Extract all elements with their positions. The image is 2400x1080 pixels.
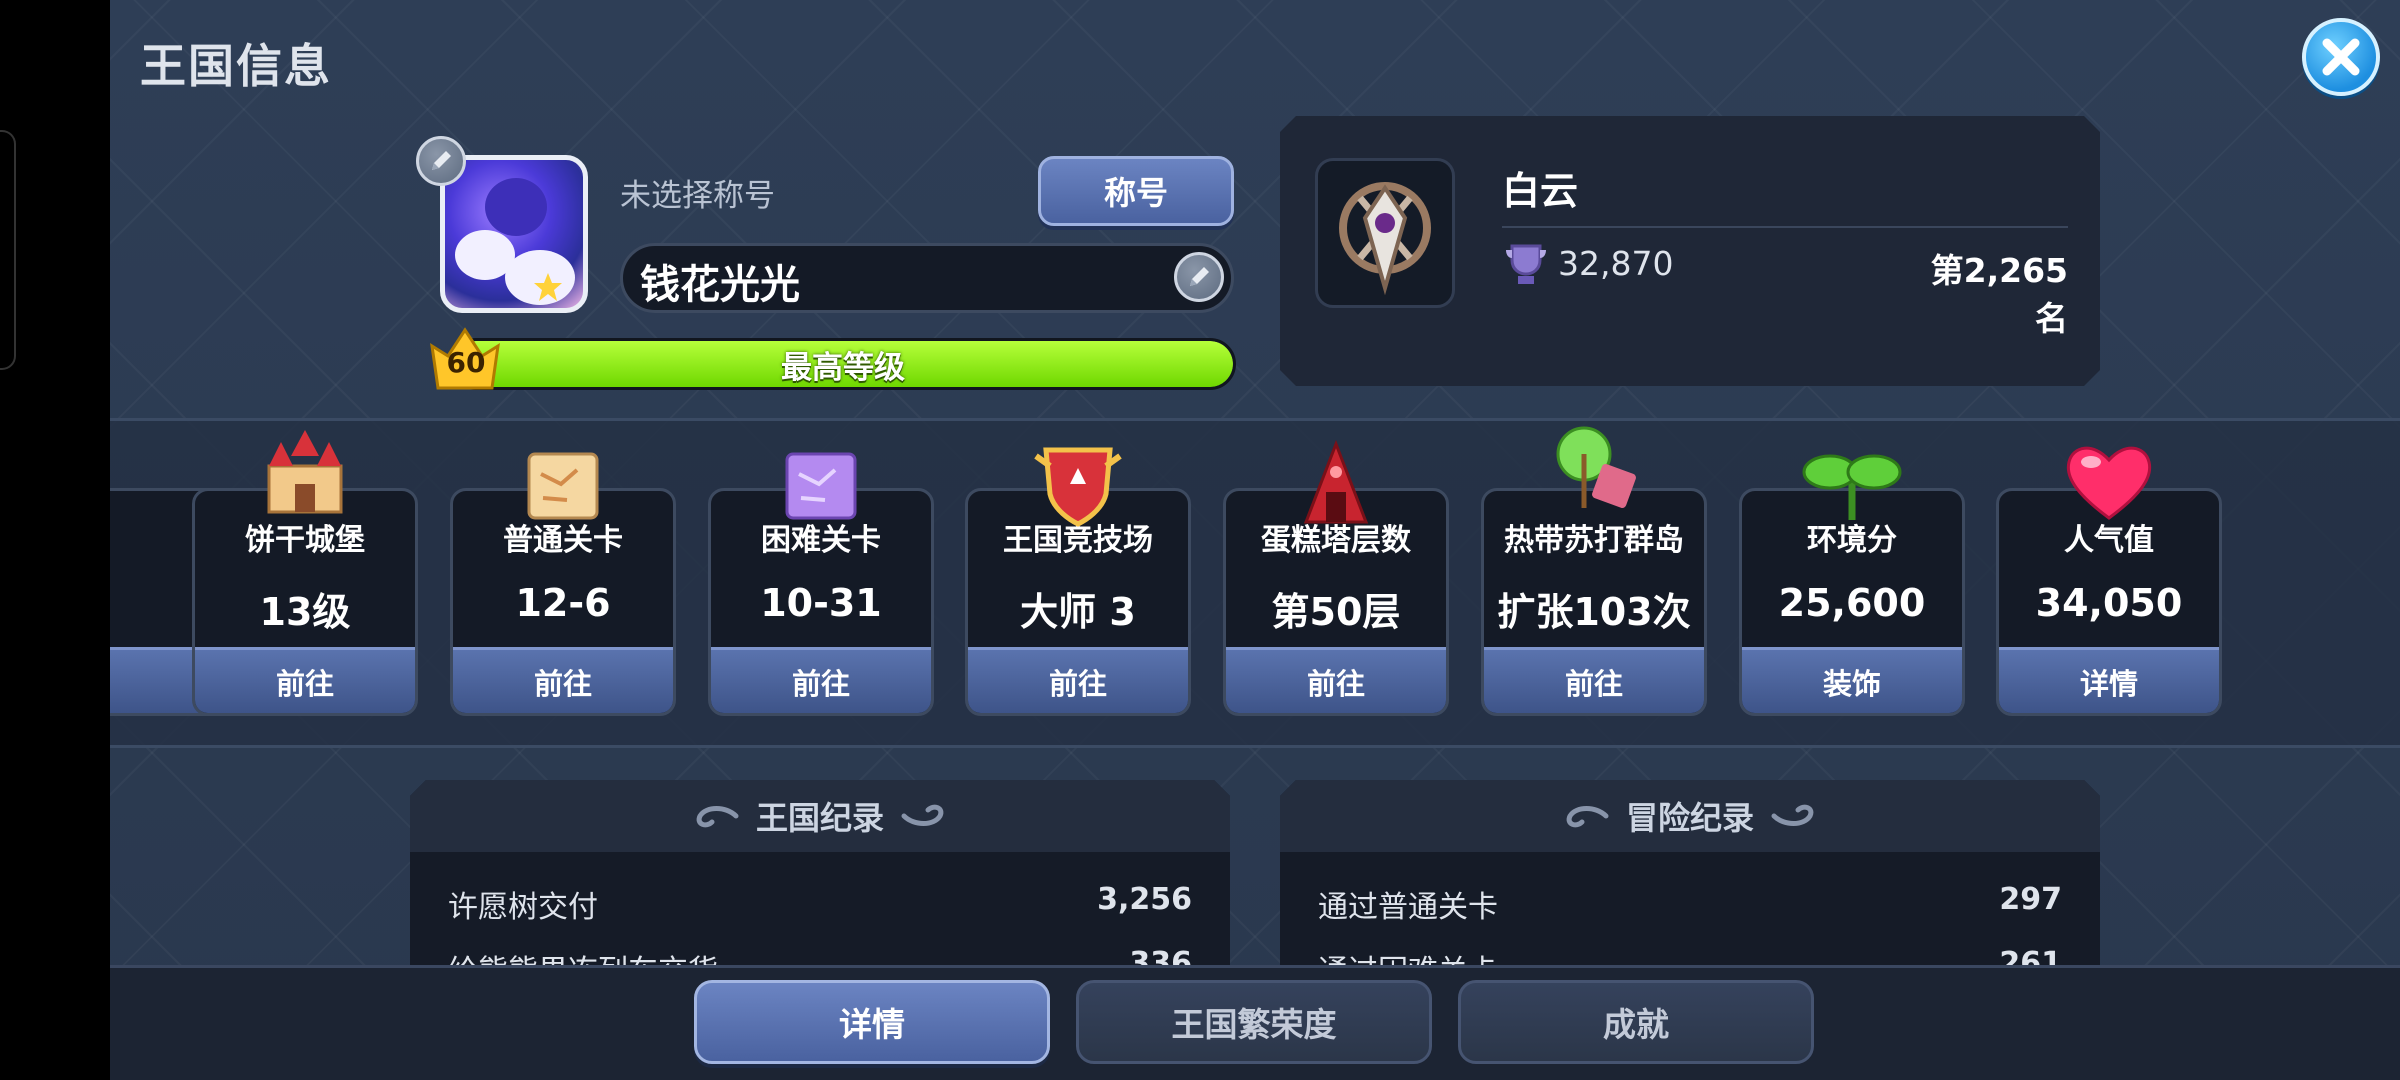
adventure-records-title: 冒险纪录 xyxy=(1625,799,1754,837)
swirl-right-icon xyxy=(900,802,954,830)
stat-card: 热带苏打群岛扩张103次前往 xyxy=(1481,488,1707,716)
avatar-edit-button[interactable] xyxy=(416,136,466,186)
title-button[interactable]: 称号 xyxy=(1038,156,1234,226)
avatar-cookie-head xyxy=(485,178,547,236)
kingdom-info-screen: 王国信息 未选择称号 称号 钱花光光 最高等级 60 白云 32,870 第2,… xyxy=(110,0,2400,1080)
stat-value: 25,600 xyxy=(1778,581,1926,625)
close-button[interactable] xyxy=(2302,18,2380,96)
stat-action-button[interactable]: 装饰 xyxy=(1742,647,1962,713)
player-level: 60 xyxy=(446,346,486,379)
tropical-island-icon xyxy=(1556,426,1636,508)
record-row: 通过普通关卡 297 xyxy=(1280,870,2100,930)
guild-name: 白云 xyxy=(1502,169,1579,213)
stat-action-button[interactable]: 前往 xyxy=(1226,647,1446,713)
stat-action-button[interactable]: 前往 xyxy=(711,647,931,713)
stat-value: 第50层 xyxy=(1271,590,1401,634)
tab-prosperity[interactable]: 王国繁荣度 xyxy=(1076,980,1432,1064)
stat-value: 13级 xyxy=(259,590,351,634)
hard-map-scroll-icon xyxy=(785,452,857,520)
stat-label: 热带苏打群岛 xyxy=(1504,523,1684,558)
heart-icon xyxy=(2066,446,2152,520)
title-label: 未选择称号 xyxy=(620,178,775,214)
castle-icon xyxy=(267,430,343,514)
adventure-records-panel: 冒险纪录 通过普通关卡 297 通过困难关卡 261 xyxy=(1280,780,2100,980)
stat-value: 12-6 xyxy=(515,581,611,625)
guild-trophy-icon xyxy=(1506,244,1546,284)
pencil-icon xyxy=(432,151,451,170)
adventure-records-header: 冒险纪录 xyxy=(1280,780,2100,852)
stat-value: 10-31 xyxy=(760,581,882,625)
guild-crest-icon xyxy=(1339,182,1431,296)
swirl-left-icon xyxy=(686,802,740,830)
cake-tower-icon xyxy=(1303,439,1369,524)
level-label: 最高等级 xyxy=(781,349,905,386)
stat-value: 大师 3 xyxy=(1020,590,1136,634)
swirl-right-icon xyxy=(1770,802,1824,830)
stat-label: 饼干城堡 xyxy=(245,523,365,558)
record-label: 许愿树交付 xyxy=(448,890,598,925)
kingdom-records-header: 王国纪录 xyxy=(410,780,1230,852)
stat-value: 34,050 xyxy=(2035,581,2183,625)
player-avatar[interactable] xyxy=(440,155,588,313)
pencil-icon xyxy=(1190,267,1209,286)
stat-action-button[interactable]: 前往 xyxy=(1484,647,1704,713)
device-notch xyxy=(0,130,16,370)
page-title: 王国信息 xyxy=(140,39,332,93)
record-label: 通过普通关卡 xyxy=(1318,890,1498,925)
stat-action-button[interactable]: 前往 xyxy=(453,647,673,713)
sprout-icon xyxy=(1802,454,1902,520)
guild-rank: 第2,265名 xyxy=(1930,251,2068,338)
record-value: 297 xyxy=(1999,882,2062,917)
stat-action-button[interactable]: 前往 xyxy=(195,647,415,713)
guild-emblem[interactable] xyxy=(1315,158,1455,308)
stat-value: 扩张103次 xyxy=(1497,590,1691,634)
player-name: 钱花光光 xyxy=(640,262,800,308)
map-scroll-icon xyxy=(527,452,599,520)
stat-card: 饼干城堡 13级前往 xyxy=(192,488,418,716)
kingdom-records-panel: 王国纪录 许愿树交付 3,256 给熊熊果冻列车交货 336 xyxy=(410,780,1230,980)
star-icon xyxy=(534,273,562,301)
swirl-left-icon xyxy=(1556,802,1610,830)
record-value: 3,256 xyxy=(1097,882,1192,917)
device-bezel xyxy=(0,0,110,1080)
close-icon xyxy=(2322,38,2360,76)
stat-action-button[interactable]: 详情 xyxy=(1999,647,2219,713)
guild-divider xyxy=(1502,226,2068,228)
name-edit-button[interactable] xyxy=(1174,252,1224,302)
stat-action-button[interactable]: 前往 xyxy=(968,647,1188,713)
arena-shield-icon xyxy=(1034,447,1122,527)
kingdom-records-title: 王国纪录 xyxy=(755,799,884,837)
record-row: 许愿树交付 3,256 xyxy=(410,870,1230,930)
tab-details[interactable]: 详情 xyxy=(694,980,1050,1064)
tab-achievements[interactable]: 成就 xyxy=(1458,980,1814,1064)
guild-score: 32,870 xyxy=(1558,244,1674,283)
